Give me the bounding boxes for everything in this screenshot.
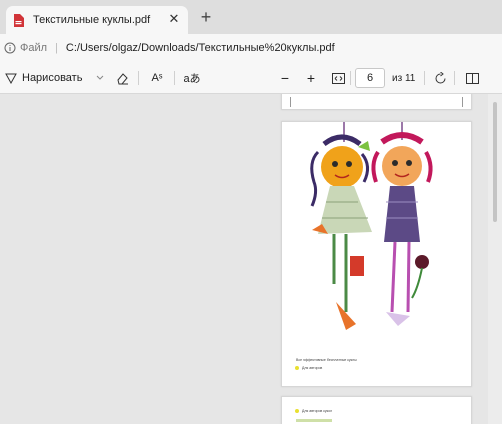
toolbar-divider: [454, 71, 455, 85]
chevron-down-icon[interactable]: [94, 62, 106, 94]
draw-label: Нарисовать: [22, 72, 83, 84]
pdf-page-next: Для авторов кукол: [281, 396, 472, 424]
pdf-toolbar: Нарисовать Aˢ aあ − + 6 из 11: [0, 62, 502, 94]
address-scheme: Файл: [20, 42, 48, 54]
page-total-label: из 11: [392, 72, 416, 84]
page-number-input[interactable]: 6: [355, 68, 385, 88]
tab-pdf[interactable]: Текстильные куклы.pdf ✕: [6, 6, 188, 34]
translate-icon: aあ: [183, 73, 201, 85]
zoom-out-icon: −: [280, 70, 290, 86]
caption-bullet: [295, 366, 299, 370]
toolbar-divider: [138, 71, 139, 85]
draw-icon[interactable]: [4, 62, 18, 94]
page-caption-sub: Для авторов: [302, 366, 323, 370]
zoom-out-button[interactable]: −: [278, 62, 292, 94]
address-separator: |: [55, 42, 58, 54]
next-page-bullet: [295, 409, 299, 413]
fit-page-icon[interactable]: [330, 62, 346, 94]
read-aloud-icon: Aˢ: [151, 72, 163, 84]
page-edge-line: [290, 97, 291, 107]
page-edge-line: [462, 97, 463, 107]
new-tab-button[interactable]: +: [196, 8, 216, 28]
info-icon[interactable]: [4, 42, 16, 54]
toolbar-divider: [174, 71, 175, 85]
address-bar[interactable]: Файл | C:/Users/olgaz/Downloads/Текстиль…: [0, 34, 502, 62]
rotate-icon[interactable]: [432, 62, 448, 94]
pdf-icon: [13, 13, 24, 27]
page-caption: Все эффективные бесплатные куклы: [296, 358, 357, 362]
read-aloud-button[interactable]: Aˢ: [148, 62, 166, 94]
dolls-illustration: [310, 122, 433, 330]
eraser-icon[interactable]: [114, 62, 130, 94]
close-tab-icon[interactable]: ✕: [166, 11, 182, 27]
draw-button[interactable]: Нарисовать: [22, 62, 82, 94]
tab-strip: Текстильные куклы.pdf ✕ +: [0, 0, 502, 34]
pdf-page-previous: [281, 94, 472, 110]
tab-title: Текстильные куклы.pdf: [33, 14, 151, 26]
toolbar-divider: [424, 71, 425, 85]
next-page-caption: Для авторов кукол: [302, 409, 333, 413]
pdf-viewer[interactable]: Все эффективные бесплатные куклы Для авт…: [0, 94, 502, 424]
page-view-icon[interactable]: [464, 62, 480, 94]
address-url[interactable]: C:/Users/olgaz/Downloads/Текстильные%20к…: [66, 42, 335, 54]
zoom-in-icon: +: [306, 70, 316, 86]
next-page-highlight: [296, 419, 332, 422]
translate-button[interactable]: aあ: [182, 62, 202, 94]
scrollbar-thumb[interactable]: [493, 102, 497, 222]
page-total: из 11: [392, 62, 415, 94]
pdf-page-current: Все эффективные бесплатные куклы Для авт…: [281, 121, 472, 387]
zoom-in-button[interactable]: +: [304, 62, 318, 94]
toolbar-divider: [350, 71, 351, 85]
